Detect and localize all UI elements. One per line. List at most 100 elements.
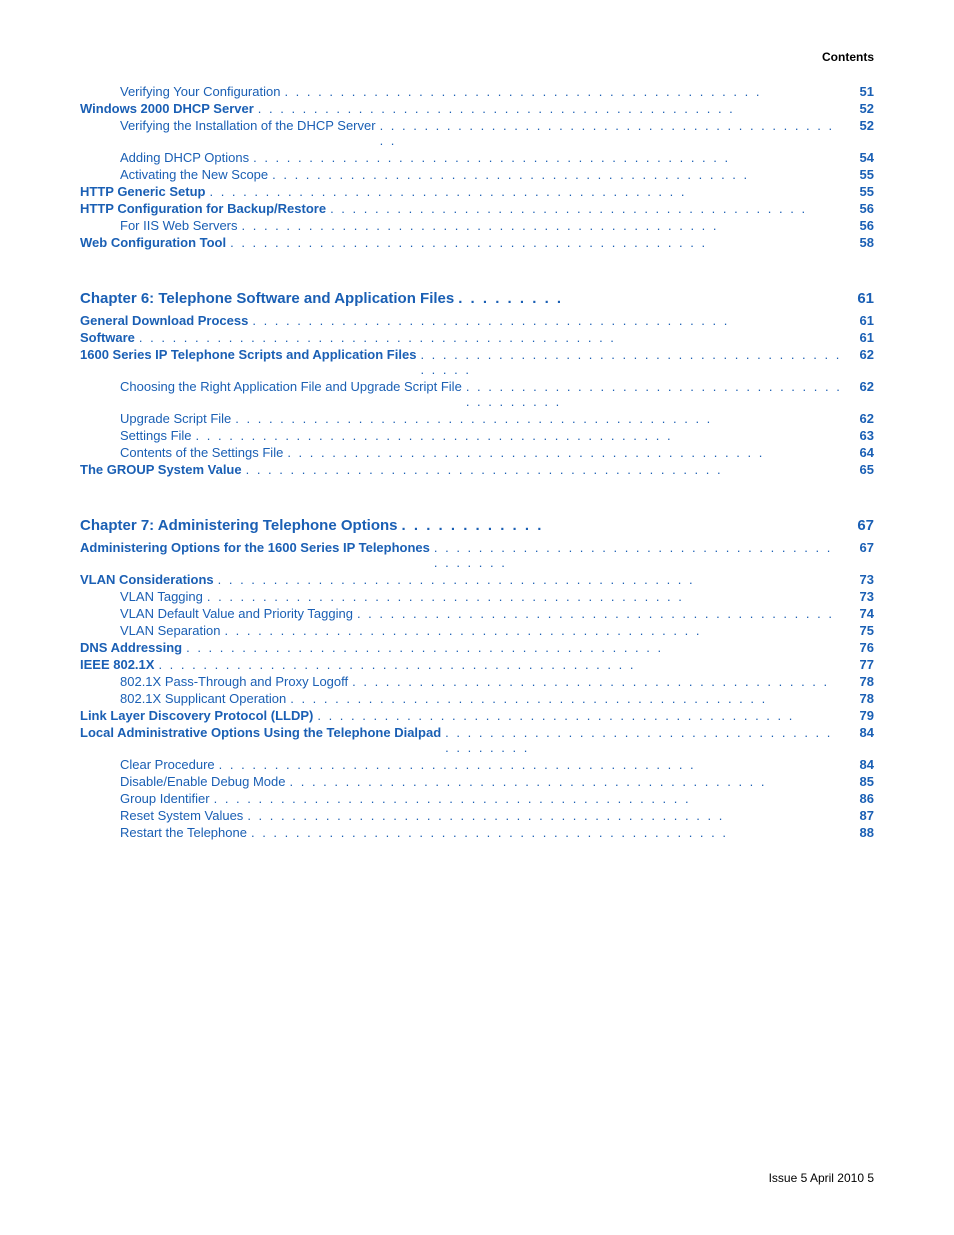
toc-entry-label: Restart the Telephone: [120, 825, 247, 840]
toc-dots: . . . . . . . . . . . . . . . . . . . . …: [224, 623, 842, 638]
toc-dots: . . . . . . . . . . . . . . . . . . . . …: [219, 757, 842, 772]
toc-entry-label: Verifying the Installation of the DHCP S…: [120, 118, 376, 133]
toc-entry-label: 802.1X Pass-Through and Proxy Logoff: [120, 674, 348, 689]
toc-page-number: 67: [846, 540, 874, 555]
list-item: Upgrade Script File . . . . . . . . . . .…: [80, 411, 874, 426]
toc-dots: . . . . . . . . . . . . . . . . . . . . …: [242, 218, 842, 233]
chapter6-page: 61: [846, 290, 874, 307]
list-item: Local Administrative Options Using the T…: [80, 725, 874, 755]
toc-entry-label: For IIS Web Servers: [120, 218, 238, 233]
toc-dots: . . . . . . . . . . . . . . . . . . . . …: [139, 330, 842, 345]
toc-dots: . . . . . . . . . . . . . . . . . . . . …: [209, 184, 842, 199]
toc-page-number: 64: [846, 445, 874, 460]
toc-dots: . . . . . . . . . . . . . . . . . . . . …: [218, 572, 842, 587]
toc-dots: . . . . . . . . . . . . . . . . . . . . …: [258, 101, 842, 116]
toc-page-number: 75: [846, 623, 874, 638]
toc-entry-label: Disable/Enable Debug Mode: [120, 774, 286, 789]
list-item: HTTP Generic Setup . . . . . . . . . . . …: [80, 184, 874, 199]
list-item: Restart the Telephone. . . . . . . . . .…: [80, 825, 874, 840]
header-label: Contents: [822, 50, 874, 64]
toc-dots: . . . . . . . . . . . . . . . . . . . . …: [235, 411, 842, 426]
toc-dots: . . . . . . . . . . . . . . . . . . . . …: [357, 606, 842, 621]
toc-entry-label: IEEE 802.1X: [80, 657, 154, 672]
toc-dots: . . . . . . . . . . . . . . . . . . . . …: [466, 379, 842, 409]
toc-entry-label: Windows 2000 DHCP Server: [80, 101, 254, 116]
toc-page-number: 85: [846, 774, 874, 789]
toc-entry-label: Group Identifier: [120, 791, 210, 806]
toc-dots: . . . . . . . . . . . . . . . . . . . . …: [317, 708, 842, 723]
list-item: Windows 2000 DHCP Server . . . . . . . . …: [80, 101, 874, 116]
toc-dots: . . . . . . . . . . . . . . . . . . . . …: [246, 462, 842, 477]
chapter7-entries: Administering Options for the 1600 Serie…: [80, 540, 874, 840]
toc-page-number: 65: [846, 462, 874, 477]
toc-dots: . . . . . . . . . . . . . . . . . . . . …: [330, 201, 842, 216]
list-item: Settings File. . . . . . . . . . . . . .…: [80, 428, 874, 443]
toc-entry-label: Choosing the Right Application File and …: [120, 379, 462, 394]
toc-entry-label: Local Administrative Options Using the T…: [80, 725, 441, 740]
toc-entry-label: Administering Options for the 1600 Serie…: [80, 540, 430, 555]
toc-dots: . . . . . . . . . . . . . . . . . . . . …: [352, 674, 842, 689]
toc-page-number: 51: [846, 84, 874, 99]
list-item: VLAN Default Value and Priority Tagging.…: [80, 606, 874, 621]
toc-dots: . . . . . . . . . . . . . . . . . . . . …: [445, 725, 842, 755]
toc-page-number: 76: [846, 640, 874, 655]
toc-page-number: 78: [846, 691, 874, 706]
list-item: VLAN Tagging. . . . . . . . . . . . . . …: [80, 589, 874, 604]
chapter6-heading: Chapter 6: Telephone Software and Applic…: [80, 290, 874, 307]
toc-dots: . . . . . . . . . . . . . . . . . . . . …: [186, 640, 842, 655]
toc-entry-label: Contents of the Settings File: [120, 445, 283, 460]
toc-entry-label: Software: [80, 330, 135, 345]
list-item: For IIS Web Servers . . . . . . . . . . .…: [80, 218, 874, 233]
toc-page-number: 62: [846, 411, 874, 426]
toc-page-number: 73: [846, 572, 874, 587]
chapter6-dots: . . . . . . . . .: [458, 290, 842, 307]
toc-page-number: 78: [846, 674, 874, 689]
chapter6-entries: General Download Process . . . . . . . . …: [80, 313, 874, 477]
toc-page-number: 56: [846, 201, 874, 216]
toc-entry-label: HTTP Generic Setup: [80, 184, 205, 199]
toc-page-number: 52: [846, 118, 874, 133]
list-item: Verifying the Installation of the DHCP S…: [80, 118, 874, 148]
toc-entry-label: HTTP Configuration for Backup/Restore: [80, 201, 326, 216]
toc-dots: . . . . . . . . . . . . . . . . . . . . …: [272, 167, 842, 182]
toc-page-number: 84: [846, 725, 874, 740]
list-item: General Download Process. . . . . . . . …: [80, 313, 874, 328]
top-toc-section: Verifying Your Configuration . . . . . . …: [80, 84, 874, 250]
toc-page-number: 73: [846, 589, 874, 604]
toc-entry-label: VLAN Considerations: [80, 572, 214, 587]
toc-page-number: 63: [846, 428, 874, 443]
toc-dots: . . . . . . . . . . . . . . . . . . . . …: [230, 235, 842, 250]
list-item: DNS Addressing . . . . . . . . . . . . . …: [80, 640, 874, 655]
toc-entry-label: General Download Process: [80, 313, 248, 328]
list-item: The GROUP System Value . . . . . . . . . …: [80, 462, 874, 477]
toc-page-number: 62: [846, 379, 874, 394]
toc-page-number: 86: [846, 791, 874, 806]
list-item: 1600 Series IP Telephone Scripts and App…: [80, 347, 874, 377]
list-item: VLAN Separation. . . . . . . . . . . . .…: [80, 623, 874, 638]
page-header: Contents: [80, 50, 874, 64]
toc-entry-label: Reset System Values: [120, 808, 243, 823]
toc-entry-label: Verifying Your Configuration: [120, 84, 280, 99]
list-item: Group Identifier . . . . . . . . . . . . …: [80, 791, 874, 806]
toc-dots: . . . . . . . . . . . . . . . . . . . . …: [214, 791, 842, 806]
list-item: Verifying Your Configuration . . . . . . …: [80, 84, 874, 99]
toc-page-number: 79: [846, 708, 874, 723]
chapter7-dots: . . . . . . . . . . . .: [402, 517, 842, 534]
toc-entry-label: Web Configuration Tool: [80, 235, 226, 250]
toc-page-number: 62: [846, 347, 874, 362]
toc-page-number: 54: [846, 150, 874, 165]
list-item: Clear Procedure. . . . . . . . . . . . .…: [80, 757, 874, 772]
toc-entry-label: Activating the New Scope: [120, 167, 268, 182]
toc-page-number: 55: [846, 184, 874, 199]
footer-text: Issue 5 April 2010 5: [769, 1171, 874, 1185]
toc-entry-label: VLAN Default Value and Priority Tagging: [120, 606, 353, 621]
toc-dots: . . . . . . . . . . . . . . . . . . . . …: [284, 84, 842, 99]
chapter6-label: Chapter 6: Telephone Software and Applic…: [80, 290, 454, 307]
page: Contents Verifying Your Configuration . .…: [0, 0, 954, 1235]
list-item: Contents of the Settings File. . . . . .…: [80, 445, 874, 460]
toc-entry-label: VLAN Tagging: [120, 589, 203, 604]
toc-entry-label: The GROUP System Value: [80, 462, 242, 477]
toc-entry-label: DNS Addressing: [80, 640, 182, 655]
list-item: Software . . . . . . . . . . . . . . . . …: [80, 330, 874, 345]
toc-entry-label: Upgrade Script File: [120, 411, 231, 426]
